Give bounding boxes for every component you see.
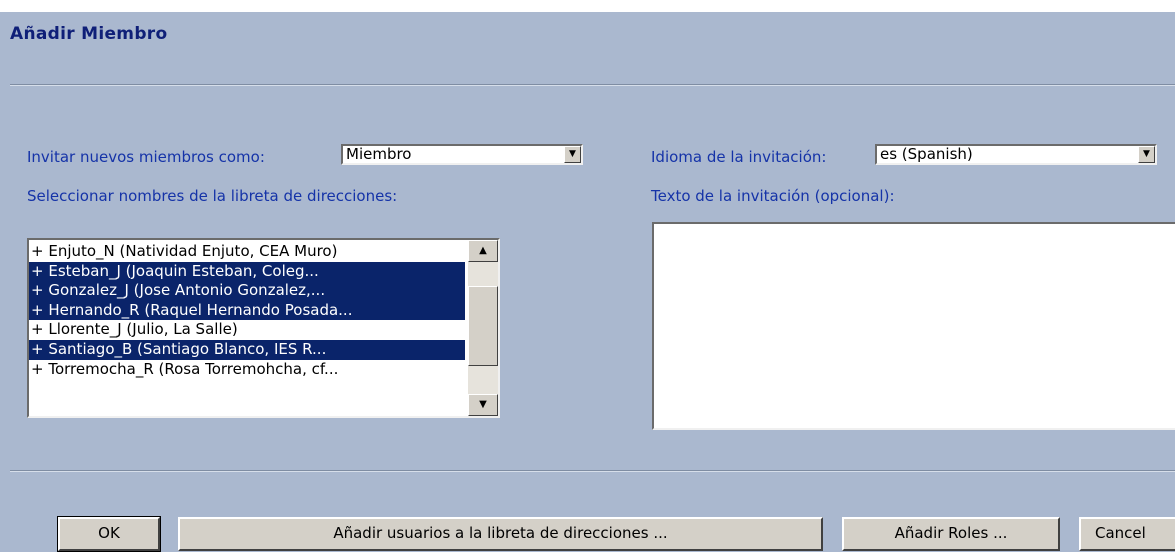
list-item[interactable]: + Santiago_B (Santiago Blanco, IES R... — [29, 339, 465, 360]
add-member-dialog: Añadir Miembro Invitar nuevos miembros c… — [0, 0, 1175, 552]
address-book-items: + Enjuto_N (Natividad Enjuto, CEA Muro) … — [29, 242, 465, 379]
list-item[interactable]: + Llorente_J (Julio, La Salle) — [29, 320, 465, 340]
arrow-down-icon[interactable]: ▼ — [468, 394, 498, 416]
invite-role-value: Miembro — [346, 145, 412, 163]
chevron-down-icon[interactable]: ▼ — [564, 146, 581, 163]
ok-button[interactable]: OK — [57, 516, 161, 552]
list-item[interactable]: + Hernando_R (Raquel Hernando Posada... — [29, 300, 465, 321]
address-book-label: Seleccionar nombres de la libreta de dir… — [27, 187, 398, 205]
invitation-language-value: es (Spanish) — [880, 145, 973, 163]
cancel-button[interactable]: Cancel — [1079, 517, 1175, 551]
list-item[interactable]: + Enjuto_N (Natividad Enjuto, CEA Muro) — [29, 242, 465, 262]
invitation-text-area[interactable] — [652, 222, 1175, 430]
invitation-language-label: Idioma de la invitación: — [651, 148, 827, 166]
invite-as-label: Invitar nuevos miembros como: — [27, 148, 265, 166]
window-top-bar — [0, 0, 1175, 12]
top-divider — [10, 84, 1175, 86]
list-item[interactable]: + Gonzalez_J (Jose Antonio Gonzalez,... — [29, 281, 465, 301]
address-book-list[interactable]: + Enjuto_N (Natividad Enjuto, CEA Muro) … — [27, 238, 500, 418]
invitation-text-label: Texto de la invitación (opcional): — [651, 187, 895, 205]
chevron-down-icon[interactable]: ▼ — [1138, 146, 1155, 163]
add-roles-button[interactable]: Añadir Roles ... — [842, 517, 1060, 551]
list-item[interactable]: + Torremocha_R (Rosa Torremohcha, cf... — [29, 360, 465, 380]
dialog-title: Añadir Miembro — [10, 24, 168, 44]
list-item[interactable]: + Esteban_J (Joaquin Esteban, Coleg... — [29, 261, 465, 282]
bottom-divider — [10, 470, 1175, 472]
scrollbar-thumb[interactable] — [468, 286, 498, 366]
invite-role-select[interactable]: Miembro ▼ — [341, 144, 583, 165]
add-users-to-address-book-button[interactable]: Añadir usuarios a la libreta de direccio… — [178, 517, 823, 551]
invitation-language-select[interactable]: es (Spanish) ▼ — [875, 144, 1157, 165]
arrow-up-icon[interactable]: ▲ — [468, 240, 498, 262]
list-scrollbar[interactable]: ▲ ▼ — [468, 240, 498, 416]
